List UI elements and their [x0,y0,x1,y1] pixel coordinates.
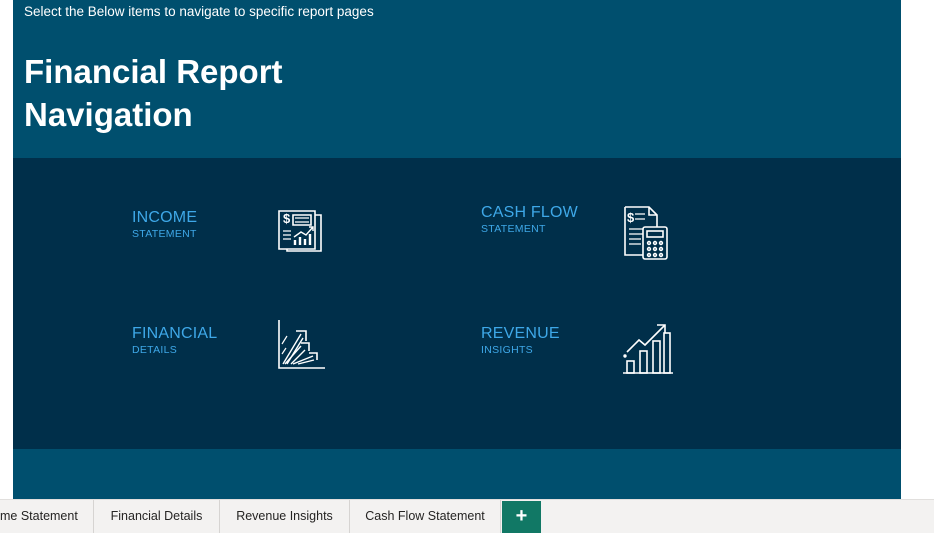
add-page-button[interactable]: + [502,501,541,533]
nav-item-subtitle: DETAILS [132,344,178,356]
nav-item-financial-details[interactable]: FINANCIAL DETAILS [132,325,217,357]
nav-item-title: INCOME [132,209,198,226]
income-statement-icon[interactable]: $ [275,205,327,257]
nav-item-title: CASH FLOW [481,204,578,221]
canvas-margin [901,0,934,499]
nav-item-subtitle: INSIGHTS [481,344,533,356]
page-tab-bar: me Statement Financial Details Revenue I… [0,499,934,533]
svg-text:$: $ [627,210,635,225]
tab-revenue-insights[interactable]: Revenue Insights [220,500,350,533]
nav-item-income-statement[interactable]: INCOME STATEMENT [132,209,197,241]
growth-chart-icon[interactable] [621,321,675,377]
nav-item-title: FINANCIAL [132,325,218,342]
nav-item-subtitle: STATEMENT [481,223,546,235]
svg-text:$: $ [283,211,291,226]
tab-cash-flow-statement[interactable]: Cash Flow Statement [350,500,501,533]
report-canvas: Select the Below items to navigate to sp… [13,0,901,499]
navigation-panel: INCOME STATEMENT $ CASH FLOW STATEMENT $… [13,158,901,449]
nav-item-cash-flow-statement[interactable]: CASH FLOW STATEMENT [481,204,578,236]
instruction-text: Select the Below items to navigate to sp… [24,4,374,19]
nav-item-title: REVENUE [481,325,560,342]
calculator-document-icon[interactable]: $ [621,203,671,263]
page-title: Financial Report Navigation [24,53,283,133]
tab-income-statement[interactable]: me Statement [0,500,94,533]
tab-financial-details[interactable]: Financial Details [94,500,220,533]
rising-arrows-icon[interactable] [276,317,328,371]
nav-item-revenue-insights[interactable]: REVENUE INSIGHTS [481,325,560,357]
nav-item-subtitle: STATEMENT [132,228,197,240]
